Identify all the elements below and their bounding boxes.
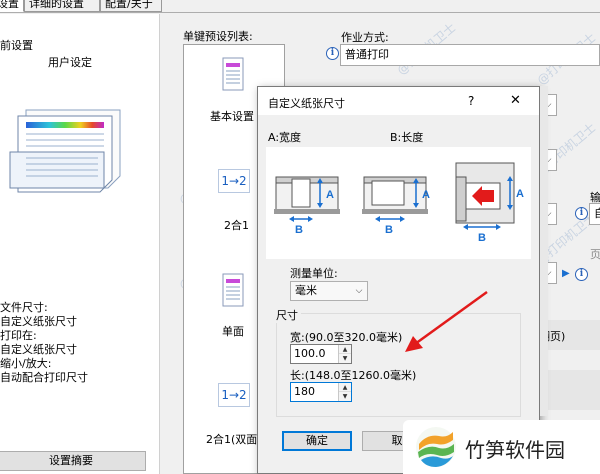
output-value: 自 xyxy=(594,207,600,220)
site-logo: 竹笋软件园 xyxy=(403,420,600,474)
preset-item-basic[interactable]: 基本设置 xyxy=(210,108,254,124)
ok-button[interactable]: 确定 xyxy=(282,431,352,451)
play-icon[interactable]: ▶ xyxy=(562,268,570,279)
length-input[interactable]: 180 ▲ ▼ xyxy=(290,382,352,402)
bamboo-logo-icon xyxy=(416,427,456,467)
chevron-down-icon: ⌵ xyxy=(355,286,363,296)
svg-text:B: B xyxy=(385,224,393,235)
dialog-title: 自定义纸张尺寸 xyxy=(268,97,345,110)
current-settings-heading: 前设置 xyxy=(0,39,33,52)
width-input[interactable]: 100.0 ▲ ▼ xyxy=(290,344,352,364)
svg-text:B: B xyxy=(478,232,486,244)
tab-divider xyxy=(0,12,600,13)
preset-list-label: 单键预设列表: xyxy=(183,30,253,43)
unit-label: 测量单位: xyxy=(290,267,338,280)
panel-partial xyxy=(539,370,600,410)
info-icon: i xyxy=(575,268,588,281)
svg-text:A: A xyxy=(326,189,334,201)
spin-up-icon[interactable]: ▲ xyxy=(339,383,351,392)
two-in-one-icon: 1→2 xyxy=(218,169,250,193)
info-icon: i xyxy=(575,207,588,220)
basic-settings-icon xyxy=(222,57,244,91)
annotation-arrow-icon xyxy=(405,290,488,352)
width-value: 100.0 xyxy=(294,347,326,360)
svg-text:A: A xyxy=(516,188,524,200)
length-value: 180 xyxy=(294,385,315,398)
close-icon[interactable]: ✕ xyxy=(510,93,521,108)
width-diagram-icon: A B xyxy=(274,176,340,235)
job-mode-label: 作业方式: xyxy=(341,31,389,44)
info-icon: i xyxy=(326,47,339,60)
width-range-label: 宽:(90.0至320.0毫米) xyxy=(290,331,403,344)
length-spinner[interactable]: ▲ ▼ xyxy=(338,383,351,401)
scrollbar[interactable] xyxy=(540,86,548,416)
help-button[interactable]: ? xyxy=(468,94,474,108)
paper-orientation-diagram: A B A B A B xyxy=(266,147,531,259)
preview-panel: 前设置 用户设定 文件尺寸: 自定义纸张尺寸 打印在: 自定义纸张尺寸 缩小/放… xyxy=(0,14,160,474)
preset-item-2in1-duplex[interactable]: 2合1(双面 xyxy=(206,431,257,447)
two-in-one-duplex-icon: 1→2 xyxy=(218,383,250,407)
preset-item-single[interactable]: 单面 xyxy=(222,323,244,339)
length-diagram-icon: A B xyxy=(362,176,430,235)
site-logo-text: 竹笋软件园 xyxy=(465,438,565,462)
paper-preview-icon xyxy=(9,109,121,193)
width-spinner[interactable]: ▲ ▼ xyxy=(338,345,351,363)
width-caption: A:宽度 xyxy=(268,131,302,144)
flip-page-button-partial[interactable]: 翻页) xyxy=(539,320,600,350)
tab-settings[interactable]: 设置 xyxy=(0,0,24,12)
settings-summary-button[interactable]: 设置摘要 xyxy=(0,451,146,471)
single-side-icon xyxy=(222,273,244,307)
svg-text:B: B xyxy=(295,224,303,235)
dialog-titlebar: 自定义纸张尺寸 ? ✕ xyxy=(258,87,539,115)
spin-down-icon[interactable]: ▼ xyxy=(339,392,351,401)
length-caption: B:长度 xyxy=(390,131,424,144)
output-select-partial[interactable]: 自 xyxy=(589,203,600,225)
user-setting-label: 用户设定 xyxy=(48,56,92,69)
custom-paper-size-dialog: 自定义纸张尺寸 ? ✕ A:宽度 B:长度 A B A B A B 测量单位: … xyxy=(257,86,540,474)
feed-direction-diagram-icon: A B xyxy=(455,162,524,244)
unit-select[interactable]: 毫米 ⌵ xyxy=(290,281,368,301)
unit-value: 毫米 xyxy=(295,284,317,297)
job-mode-select[interactable]: 普通打印 xyxy=(340,44,600,66)
tab-config-about[interactable]: 配置/关于 xyxy=(100,0,162,12)
preset-item-2in1[interactable]: 2合1 xyxy=(224,217,249,233)
scale-value: 自动配合打印尺寸 xyxy=(0,371,88,384)
svg-text:A: A xyxy=(422,189,430,201)
spin-up-icon[interactable]: ▲ xyxy=(339,345,351,354)
page-label-partial: 页 xyxy=(590,248,600,261)
tab-advanced-settings[interactable]: 详细的设置 xyxy=(24,0,100,12)
length-range-label: 长:(148.0至1260.0毫米) xyxy=(290,369,417,382)
size-group-label: 尺寸 xyxy=(276,307,301,323)
spin-down-icon[interactable]: ▼ xyxy=(339,354,351,363)
job-mode-value: 普通打印 xyxy=(345,48,389,61)
